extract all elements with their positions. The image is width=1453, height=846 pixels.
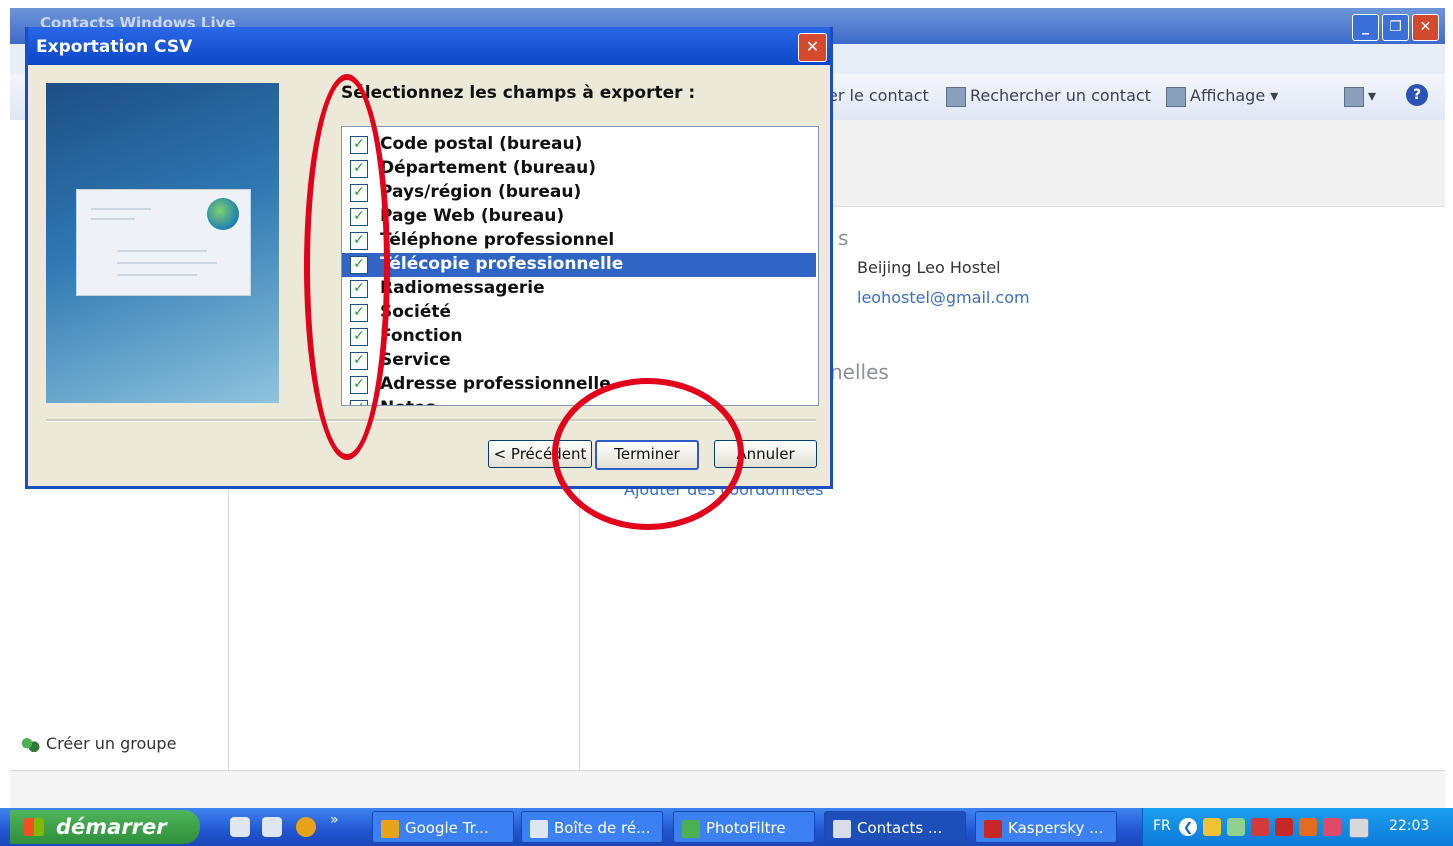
field-label: Page Web (bureau) [380,206,565,226]
tray-network-icon[interactable] [1227,818,1245,836]
annotation-ellipse-checkboxes [304,74,390,460]
dialog-prompt: Sélectionnez les champs à exporter : [341,83,696,103]
taskbar-app-icon [984,819,1002,838]
field-label: Service [380,350,451,370]
taskbar-button-label: Contacts ... [857,819,943,837]
create-group-label: Créer un groupe [46,734,177,753]
field-label: Pays/région (bureau) [380,182,582,202]
contact-company: Beijing Leo Hostel [857,258,1001,277]
status-bar [10,770,1445,809]
find-contact-button[interactable]: Rechercher un contact [946,86,1151,107]
globe-icon [207,198,239,230]
tray-collapse-icon[interactable]: ❮ [1179,818,1197,836]
delete-contact-label: er le contact [828,86,929,105]
dialog-title: Exportation CSV [36,37,193,57]
start-label: démarrer [56,815,167,839]
taskbar-app-icon [381,819,399,838]
annotation-ellipse-finish [552,378,744,530]
taskbar-button[interactable]: Contacts ... [824,811,966,843]
personal-section-fragment: nelles [830,360,889,384]
envelope-line [117,250,207,252]
create-group-link[interactable]: Créer un groupe [20,734,176,754]
dialog-close-button[interactable]: ✕ [798,33,827,62]
minimize-button[interactable]: _ [1352,14,1379,41]
tray-folder-icon[interactable] [1203,818,1221,836]
find-contact-icon [946,86,966,107]
taskbar-button[interactable]: PhotoFiltre [673,811,815,843]
chevron-down-icon: ▾ [1270,86,1279,105]
language-indicator[interactable]: FR [1153,818,1171,834]
taskbar-app-icon [833,819,851,838]
close-window-button[interactable]: ✕ [1412,14,1439,41]
view-menu-button[interactable]: Affichage ▾ [1166,86,1278,107]
view-icon [1166,86,1186,107]
delete-contact-button[interactable]: er le contact [828,86,929,105]
section-heading-fragment: s [838,226,849,250]
taskbar-button-label: PhotoFiltre [706,819,786,837]
tray-monitor-icon[interactable] [1349,818,1369,838]
tray-app-icon[interactable] [1299,818,1317,836]
mail-icon[interactable] [262,817,282,837]
field-label: Radiomessagerie [380,278,545,298]
group-icon [20,735,40,754]
wizard-illustration [46,83,279,403]
chrome-icon[interactable] [296,817,316,837]
field-label: Département (bureau) [380,158,597,178]
system-tray: FR ❮ 22:03 [1142,808,1453,846]
export-field-item[interactable]: ✓ Adresse professionnelle [342,373,816,397]
quicklaunch-overflow-icon[interactable]: » [330,812,350,832]
taskbar-button-label: Google Tr... [405,819,489,837]
field-label: Notes [377,398,439,405]
clock: 22:03 [1389,818,1430,834]
taskbar-app-icon [530,819,548,838]
envelope-icon [76,189,251,296]
envelope-line [117,274,197,276]
envelope-line [91,218,135,220]
taskbar-button[interactable]: Kaspersky ... [975,811,1117,843]
field-label: Adresse professionnelle [380,374,611,394]
start-button[interactable]: démarrer [10,810,200,844]
taskbar-button-label: Kaspersky ... [1008,819,1104,837]
export-field-item[interactable]: ✓ Département (bureau) [342,157,816,181]
windows-logo-icon [24,818,44,836]
dialog-title-bar[interactable]: Exportation CSV ✕ [28,27,830,65]
taskbar: démarrer » Google Tr... Boîte de ré... Pho… [0,808,1453,846]
tray-antivirus-icon[interactable] [1251,818,1269,836]
options-menu-button[interactable]: ▾ [1344,86,1376,107]
taskbar-button[interactable]: Boîte de ré... [521,811,663,843]
export-field-item[interactable]: ✓ Fonction [342,325,816,349]
export-field-item[interactable]: ✓ Code postal (bureau) [342,133,816,157]
export-fields-list[interactable]: ✓ Code postal (bureau) ✓ Département (burea… [341,126,819,406]
taskbar-button[interactable]: Google Tr... [372,811,514,843]
envelope-line [117,262,217,264]
ie-icon[interactable] [230,817,250,837]
envelope-line [91,208,151,210]
contact-email-link[interactable]: leohostel@gmail.com [857,288,1030,307]
export-field-item[interactable]: ✓ Service [342,349,816,373]
export-field-item[interactable]: ✓ Société [342,301,816,325]
tray-app-icon[interactable] [1323,818,1341,836]
export-field-item[interactable]: ✓ Radiomessagerie [342,277,816,301]
help-icon[interactable]: ? [1406,84,1428,106]
find-contact-label: Rechercher un contact [970,86,1151,105]
field-label: Code postal (bureau) [380,134,583,154]
options-icon [1344,86,1364,107]
field-label: Fonction [380,326,463,346]
field-label: Téléphone professionnel [380,230,615,250]
taskbar-button-label: Boîte de ré... [554,819,651,837]
maximize-button[interactable]: ❐ [1382,14,1409,41]
export-field-item[interactable]: ✓ Télécopie professionnelle [342,253,816,277]
export-field-item[interactable]: ✓ Page Web (bureau) [342,205,816,229]
tray-kaspersky-icon[interactable] [1275,818,1293,836]
export-field-item[interactable]: ✓ Téléphone professionnel [342,229,816,253]
export-field-item[interactable]: ✓ Pays/région (bureau) [342,181,816,205]
field-label: Télécopie professionnelle [380,254,624,274]
view-label: Affichage [1190,86,1266,105]
chevron-down-icon: ▾ [1368,86,1377,105]
taskbar-app-icon [682,819,700,838]
